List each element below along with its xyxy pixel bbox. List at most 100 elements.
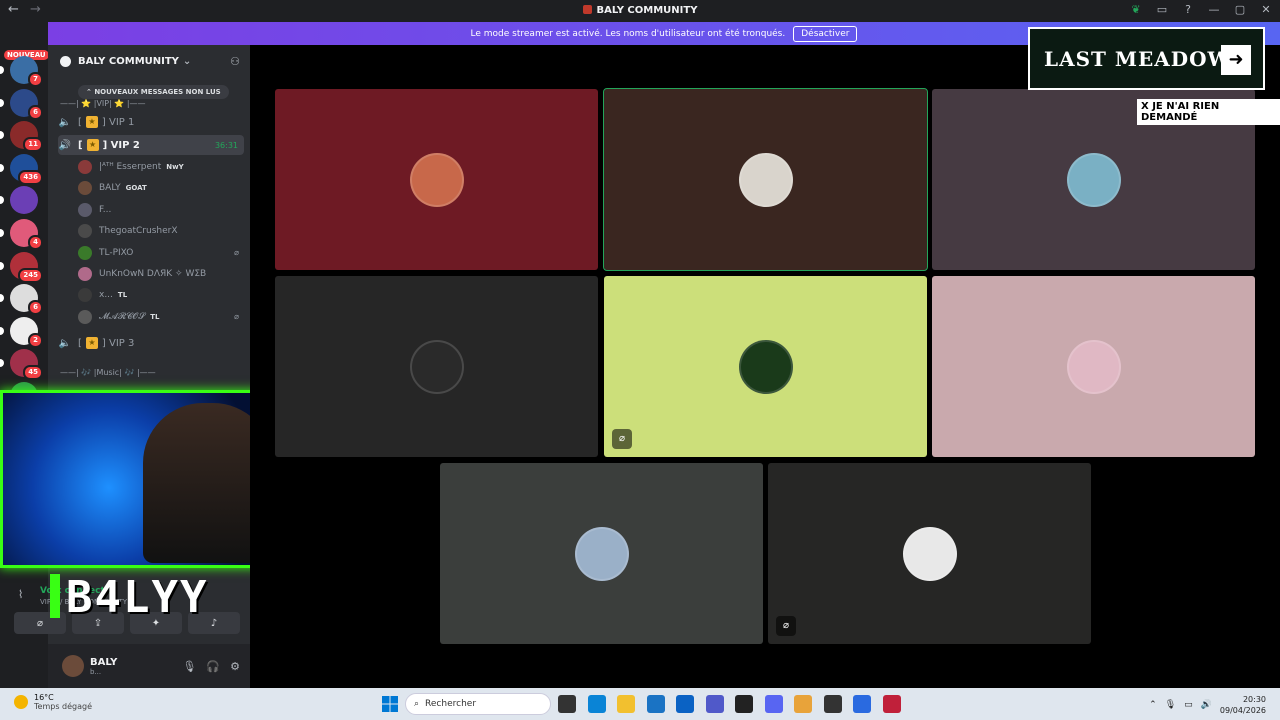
avatar[interactable]: [62, 655, 84, 677]
member-name: x...: [99, 290, 113, 301]
edge-icon[interactable]: [587, 695, 606, 713]
overlay-caption: X JE N'AI RIEN DEMANDÉ: [1137, 99, 1280, 125]
weather-widget[interactable]: 16°C Temps dégagé: [14, 693, 92, 711]
voice-member[interactable]: BALY GOAT: [78, 178, 243, 198]
app-icon[interactable]: [882, 695, 901, 713]
close-button[interactable]: ✕: [1258, 3, 1274, 16]
clock[interactable]: 20:30 09/04/2026: [1220, 694, 1266, 716]
disable-streamer-button[interactable]: Désactiver: [793, 25, 858, 42]
participant-tile[interactable]: [275, 89, 598, 270]
server-icon[interactable]: 11: [0, 121, 43, 153]
avatar: [78, 224, 92, 239]
unread-indicator: [0, 261, 4, 270]
outlook-icon[interactable]: [676, 695, 694, 713]
unread-indicator: [0, 229, 4, 237]
folder-icon[interactable]: [617, 695, 635, 713]
voice-member[interactable]: |ᴬᵀᴴ Esserpent NwY: [78, 157, 243, 177]
windows-taskbar: 16°C Temps dégagé ⌕ Rechercher ⌃ 🎙 ▭ 🔊 2…: [0, 688, 1280, 720]
avatar: [78, 309, 92, 324]
channel-vip-2[interactable]: 🔊[★] VIP 2 36:31: [58, 135, 244, 155]
search-icon: ⌕: [414, 699, 420, 709]
member-tag: TL: [150, 312, 160, 321]
terminal-icon[interactable]: [735, 695, 753, 713]
security-icon[interactable]: [853, 695, 871, 713]
server-icon[interactable]: 6: [0, 284, 43, 316]
voice-member[interactable]: x... TL: [78, 285, 243, 305]
participant-tile[interactable]: [275, 276, 598, 457]
settings-gear-icon[interactable]: ⚙: [230, 660, 240, 673]
avatar: [902, 526, 957, 581]
voice-member[interactable]: TL-PIXO ⌀: [78, 243, 243, 263]
muted-icon: ⌀: [234, 312, 239, 322]
minimize-button[interactable]: —: [1206, 3, 1222, 16]
invite-icon[interactable]: ⚇: [230, 55, 240, 68]
mention-badge: 7: [28, 72, 43, 87]
avatar: [574, 526, 629, 581]
user-panel: BALY b... 🎙 🎧 ⚙: [48, 644, 250, 688]
voice-member[interactable]: 𝓜𝓐𝓡𝓒𝓞𝓢 TL ⌀: [78, 307, 243, 327]
last-meadow-overlay: LAST MEADOW ➜: [1028, 27, 1265, 90]
server-icon[interactable]: 2: [0, 316, 43, 348]
guild-header[interactable]: BALY COMMUNITY ⌄ ⚇: [48, 45, 250, 77]
overlay-title: LAST MEADOW: [1044, 46, 1231, 71]
maximize-button[interactable]: ▢: [1232, 3, 1248, 16]
avatar: [738, 339, 793, 394]
volume-icon[interactable]: 🔊: [1201, 700, 1212, 710]
avatar: [409, 152, 464, 207]
file-explorer-icon[interactable]: [558, 695, 576, 713]
server-icon[interactable]: [0, 186, 38, 215]
headphones-icon[interactable]: 🎧: [206, 660, 220, 673]
microphone-icon[interactable]: 🎙: [182, 660, 196, 673]
participant-tile[interactable]: ⌀: [768, 463, 1091, 644]
mention-badge: 245: [18, 267, 43, 283]
mention-badge: 11: [23, 137, 43, 153]
mention-badge: 2: [28, 332, 43, 348]
call-timer: 36:31: [214, 140, 238, 150]
display-icon[interactable]: ▭: [1184, 700, 1193, 710]
participant-tile[interactable]: [440, 463, 763, 644]
teams-icon[interactable]: [705, 695, 724, 713]
window-title: BALY COMMUNITY: [0, 5, 1280, 16]
help-icon[interactable]: ?: [1180, 3, 1196, 16]
speaker-active-icon: 🔊: [58, 139, 72, 151]
vip-category-separator: ——| ⭐ |VIP| ⭐ |——: [60, 99, 146, 108]
unread-indicator: [0, 131, 4, 140]
voice-member[interactable]: ThegoatCrusherX: [78, 221, 243, 241]
participant-tile[interactable]: [932, 276, 1255, 457]
channel-vip-1[interactable]: 🔈[★] VIP 1: [58, 112, 244, 132]
server-icon[interactable]: 4: [0, 219, 43, 250]
windows-start-icon[interactable]: [381, 695, 399, 713]
guild-icon: [60, 55, 71, 67]
store-icon[interactable]: [646, 695, 665, 713]
microphone-icon[interactable]: 🎙: [1165, 700, 1176, 710]
server-icon[interactable]: 436: [0, 153, 43, 185]
deafened-icon: ⌀: [776, 616, 796, 636]
server-icon[interactable]: 6: [0, 88, 43, 120]
member-name: 𝓜𝓐𝓡𝓒𝓞𝓢: [99, 311, 146, 322]
discord-icon[interactable]: [764, 695, 783, 713]
participant-tile[interactable]: ⌀: [604, 276, 927, 457]
new-messages-pill[interactable]: ⌃ NOUVEAUX MESSAGES NON LUS: [78, 85, 229, 99]
voice-member[interactable]: UnKnOwN DΛЯK ✧ WΣB: [78, 264, 243, 284]
inbox-icon[interactable]: ▭: [1154, 3, 1170, 16]
speaker-icon: 🔈: [58, 116, 72, 128]
mention-badge: 436: [18, 169, 43, 185]
server-icon[interactable]: 7: [0, 56, 43, 87]
voice-member[interactable]: F...: [78, 200, 243, 220]
taskbar-search[interactable]: ⌕ Rechercher: [405, 693, 551, 715]
music-category-separator: ——| 🎶 |Music| 🎶 |——: [60, 368, 156, 377]
chevron-down-icon: ⌄: [182, 55, 192, 67]
chrome-icon[interactable]: [794, 695, 812, 713]
user-name: BALY: [90, 656, 118, 668]
avatar: [78, 181, 92, 196]
unread-indicator: [0, 98, 4, 107]
server-icon[interactable]: 245: [0, 251, 43, 283]
unread-indicator: [0, 294, 4, 303]
avatar: [78, 202, 92, 217]
channel-vip-3[interactable]: 🔈[★] VIP 3: [58, 333, 244, 353]
chevron-up-icon[interactable]: ⌃: [1149, 700, 1157, 710]
participant-tile[interactable]: [603, 88, 928, 271]
obs-icon[interactable]: [823, 695, 842, 713]
leaf-icon[interactable]: ❦: [1128, 3, 1144, 16]
server-icon[interactable]: 45: [0, 349, 43, 381]
